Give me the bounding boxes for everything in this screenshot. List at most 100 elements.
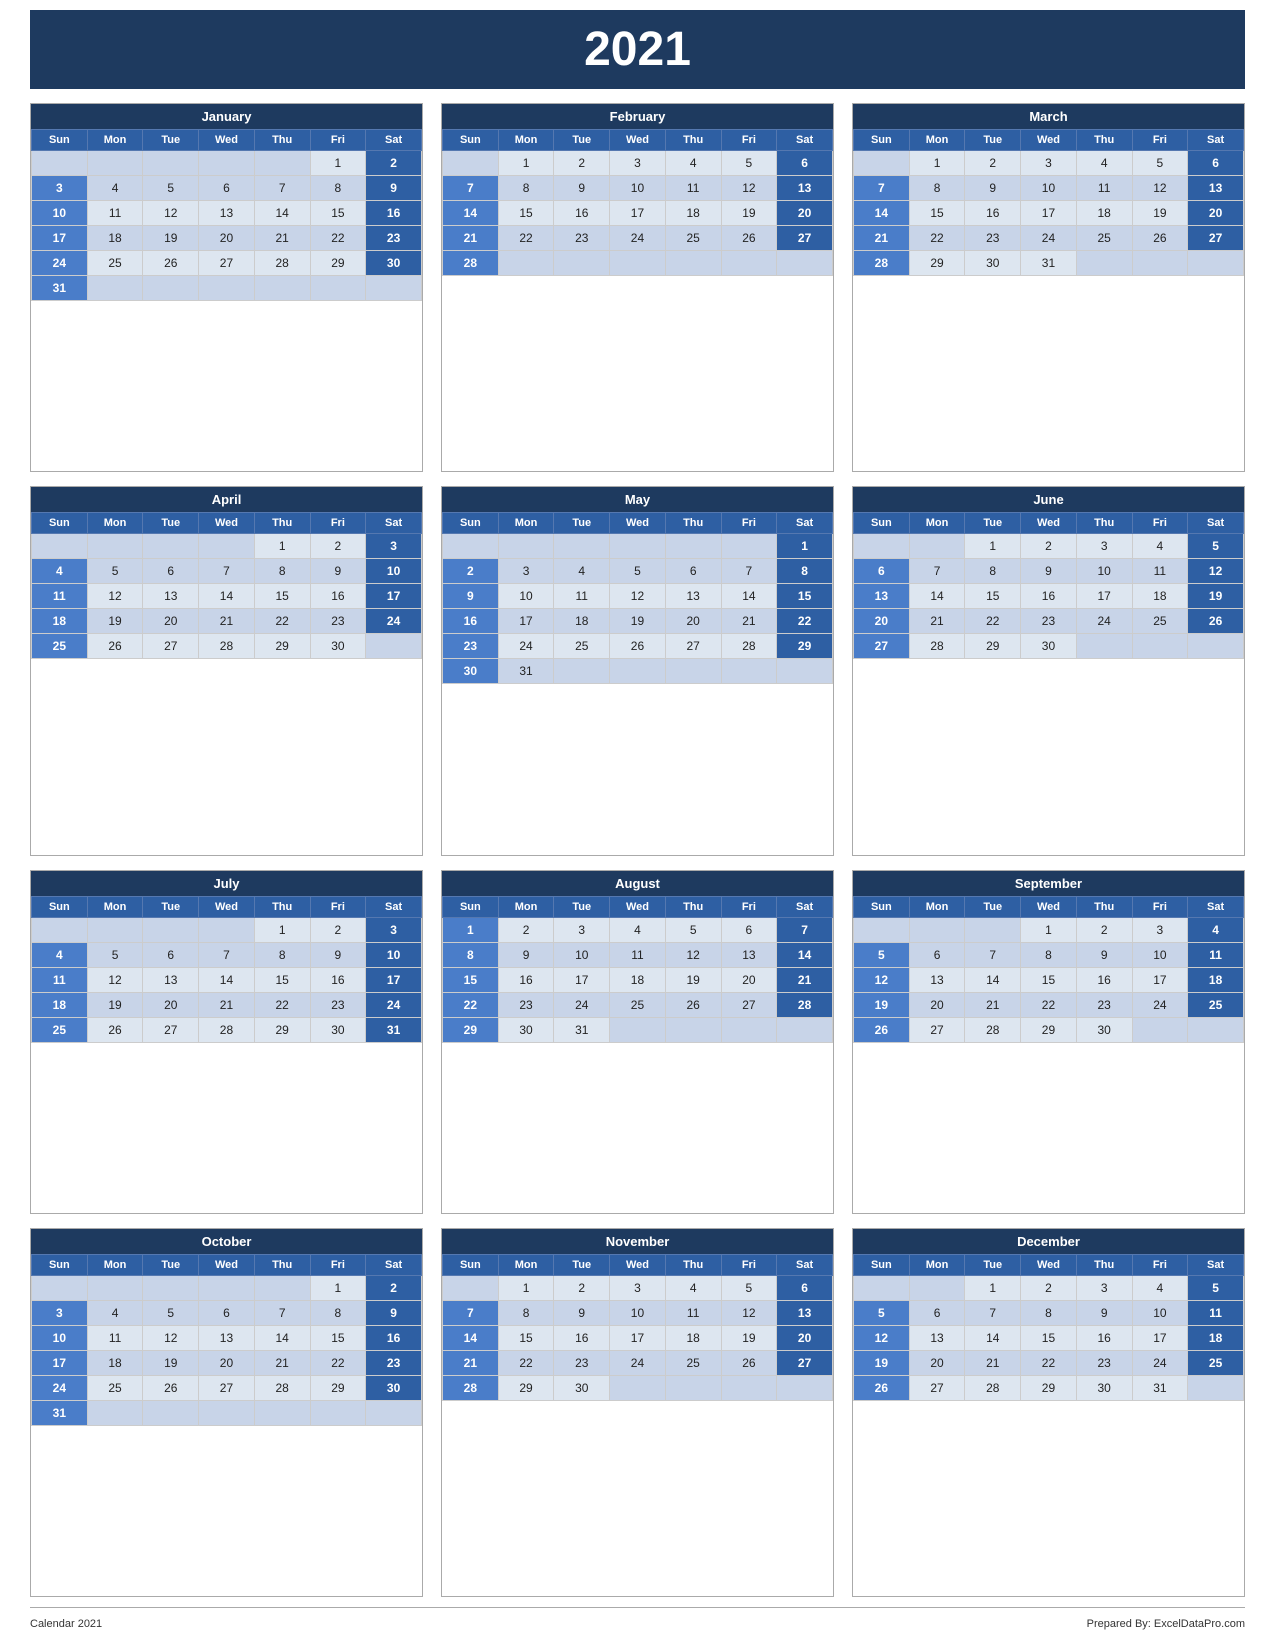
day-header-wed: Wed — [1021, 896, 1077, 917]
cal-cell: 25 — [32, 1017, 88, 1042]
cal-cell: 2 — [366, 1275, 422, 1300]
cal-cell: 20 — [909, 992, 965, 1017]
cal-cell: 7 — [777, 917, 833, 942]
day-header-sun: Sun — [32, 896, 88, 917]
cal-cell: 23 — [1076, 992, 1132, 1017]
cal-cell: 28 — [777, 992, 833, 1017]
cal-cell — [610, 1375, 666, 1400]
cal-cell: 22 — [254, 609, 310, 634]
cal-cell: 15 — [254, 967, 310, 992]
cal-cell: 23 — [443, 634, 499, 659]
cal-cell: 13 — [777, 1300, 833, 1325]
cal-cell: 4 — [1076, 151, 1132, 176]
cal-cell: 23 — [310, 992, 366, 1017]
cal-cell: 20 — [777, 201, 833, 226]
cal-cell: 12 — [854, 967, 910, 992]
cal-cell: 22 — [498, 226, 554, 251]
cal-cell: 11 — [32, 584, 88, 609]
cal-cell: 24 — [610, 226, 666, 251]
cal-cell — [443, 534, 499, 559]
cal-cell: 9 — [366, 176, 422, 201]
cal-cell — [443, 1275, 499, 1300]
day-header-thu: Thu — [1076, 896, 1132, 917]
cal-cell: 25 — [1188, 1350, 1244, 1375]
cal-cell — [199, 534, 255, 559]
cal-cell: 16 — [443, 609, 499, 634]
cal-cell: 2 — [310, 917, 366, 942]
cal-row: 13141516171819 — [854, 584, 1244, 609]
cal-row: 12 — [32, 1275, 422, 1300]
day-header-sat: Sat — [777, 896, 833, 917]
day-header-sun: Sun — [443, 130, 499, 151]
cal-cell: 25 — [1188, 992, 1244, 1017]
cal-cell: 10 — [1132, 942, 1188, 967]
day-header-mon: Mon — [87, 513, 143, 534]
cal-cell — [87, 151, 143, 176]
cal-cell: 22 — [254, 992, 310, 1017]
cal-cell — [1188, 634, 1244, 659]
day-header-thu: Thu — [1076, 513, 1132, 534]
month-title: January — [31, 104, 422, 129]
cal-cell: 30 — [443, 659, 499, 684]
cal-cell — [1076, 251, 1132, 276]
cal-cell: 20 — [199, 1350, 255, 1375]
cal-row: 78910111213 — [443, 176, 833, 201]
cal-cell: 17 — [1021, 201, 1077, 226]
cal-cell: 22 — [443, 992, 499, 1017]
cal-cell: 15 — [310, 201, 366, 226]
cal-cell: 1 — [254, 534, 310, 559]
cal-row: 3456789 — [32, 176, 422, 201]
cal-cell — [366, 634, 422, 659]
cal-cell: 22 — [777, 609, 833, 634]
cal-cell: 2 — [554, 151, 610, 176]
cal-cell: 4 — [32, 559, 88, 584]
cal-cell — [854, 1275, 910, 1300]
cal-cell: 9 — [554, 176, 610, 201]
cal-cell: 9 — [443, 584, 499, 609]
cal-cell: 5 — [854, 1300, 910, 1325]
cal-cell: 21 — [909, 609, 965, 634]
cal-cell — [87, 276, 143, 301]
day-header-thu: Thu — [254, 896, 310, 917]
cal-cell: 6 — [143, 942, 199, 967]
cal-cell: 17 — [498, 609, 554, 634]
day-header-sat: Sat — [1188, 896, 1244, 917]
day-header-mon: Mon — [498, 513, 554, 534]
cal-row: 12345 — [854, 1275, 1244, 1300]
cal-cell — [443, 151, 499, 176]
cal-cell: 3 — [1076, 1275, 1132, 1300]
day-header-wed: Wed — [199, 513, 255, 534]
cal-cell: 27 — [854, 634, 910, 659]
cal-cell — [610, 534, 666, 559]
cal-row: 14151617181920 — [443, 201, 833, 226]
cal-cell — [199, 917, 255, 942]
cal-cell: 20 — [909, 1350, 965, 1375]
day-header-sun: Sun — [32, 1254, 88, 1275]
cal-cell — [254, 1400, 310, 1425]
cal-cell: 1 — [498, 1275, 554, 1300]
cal-cell: 23 — [1076, 1350, 1132, 1375]
cal-cell — [87, 534, 143, 559]
cal-cell — [554, 251, 610, 276]
cal-cell: 8 — [254, 559, 310, 584]
cal-cell: 12 — [87, 967, 143, 992]
cal-cell: 19 — [1188, 584, 1244, 609]
day-header-tue: Tue — [965, 130, 1021, 151]
cal-cell: 23 — [498, 992, 554, 1017]
cal-row: 24252627282930 — [32, 251, 422, 276]
month-july: JulySunMonTueWedThuFriSat123456789101112… — [30, 870, 423, 1214]
cal-cell: 8 — [909, 176, 965, 201]
cal-cell: 11 — [1188, 942, 1244, 967]
cal-cell: 6 — [854, 559, 910, 584]
cal-cell: 27 — [721, 992, 777, 1017]
cal-cell: 14 — [721, 584, 777, 609]
cal-cell: 7 — [199, 942, 255, 967]
day-header-wed: Wed — [1021, 513, 1077, 534]
cal-cell: 11 — [1188, 1300, 1244, 1325]
cal-cell: 16 — [366, 201, 422, 226]
cal-cell: 9 — [1076, 942, 1132, 967]
cal-cell — [310, 1400, 366, 1425]
cal-cell: 14 — [443, 1325, 499, 1350]
cal-cell: 1 — [777, 534, 833, 559]
cal-row: 2627282930 — [854, 1017, 1244, 1042]
